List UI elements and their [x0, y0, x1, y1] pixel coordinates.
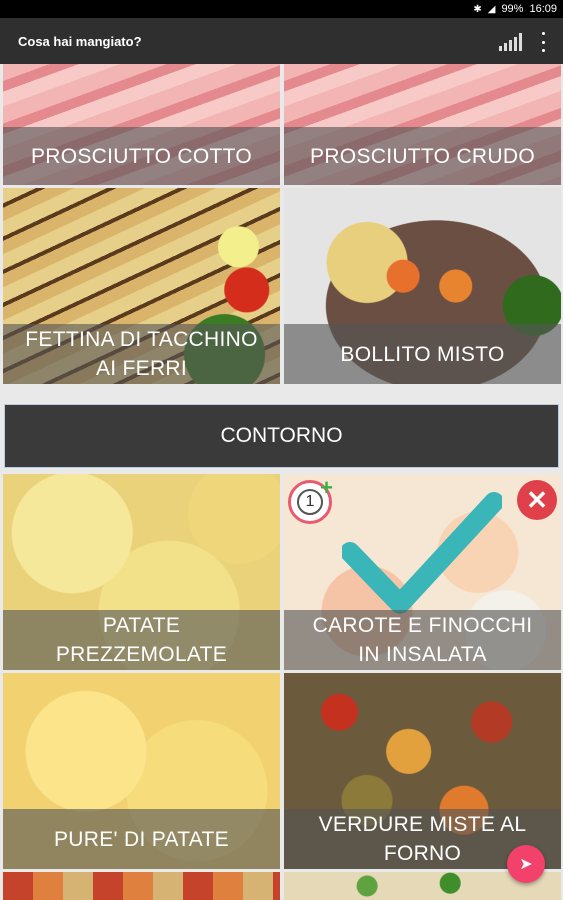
tile-label: PURE' DI PATATE: [3, 809, 280, 869]
status-bar: ✱ ◢ 99% 16:09: [0, 0, 563, 18]
food-tile-prosciutto-crudo[interactable]: PROSCIUTTO CRUDO: [284, 64, 561, 185]
checkmark-icon: [342, 492, 502, 614]
send-icon: ➤: [519, 856, 533, 873]
bluetooth-icon: ✱: [473, 3, 482, 15]
battery-level: 99%: [501, 3, 524, 15]
food-tile-pure-di-patate[interactable]: PURE' DI PATATE: [3, 673, 280, 869]
app-screen: ✱ ◢ 99% 16:09 Cosa hai mangiato? PROSCIU…: [0, 0, 563, 900]
chart-icon[interactable]: [499, 33, 523, 51]
food-tile[interactable]: [3, 872, 280, 900]
tile-label: PROSCIUTTO CRUDO: [284, 127, 561, 185]
section-title: CONTORNO: [220, 424, 343, 447]
food-tile-bollito-misto[interactable]: BOLLITO MISTO: [284, 188, 561, 384]
tile-label: CAROTE E FINOCCHI IN INSALATA: [284, 610, 561, 670]
clock: 16:09: [529, 3, 557, 15]
app-title: Cosa hai mangiato?: [18, 33, 142, 49]
signal-icon: ◢: [487, 3, 496, 15]
quantity-count: 1: [297, 489, 323, 515]
food-tile-carote-e-finocchi[interactable]: CAROTE E FINOCCHI IN INSALATA 1 + ✕: [284, 474, 561, 670]
food-tile-fettina-di-tacchino[interactable]: FETTINA DI TACCHINO AI FERRI: [3, 188, 280, 384]
tile-label: PATATE PREZZEMOLATE: [3, 610, 280, 670]
tile-label: FETTINA DI TACCHINO AI FERRI: [3, 324, 280, 384]
food-tile-patate-prezzemolate[interactable]: PATATE PREZZEMOLATE: [3, 474, 280, 670]
remove-icon[interactable]: ✕: [517, 480, 557, 520]
more-vert-icon[interactable]: [539, 32, 547, 52]
send-button[interactable]: ➤: [507, 845, 545, 883]
plus-icon: +: [320, 475, 333, 500]
quantity-badge[interactable]: 1 +: [288, 475, 333, 524]
food-tile-verdure-miste-al-forno[interactable]: VERDURE MISTE AL FORNO: [284, 673, 561, 869]
app-bar: Cosa hai mangiato?: [0, 18, 563, 64]
section-header-contorno: CONTORNO: [4, 404, 559, 468]
tile-label: BOLLITO MISTO: [284, 324, 561, 384]
food-tile-prosciutto-cotto[interactable]: PROSCIUTTO COTTO: [3, 64, 280, 185]
tile-label: PROSCIUTTO COTTO: [3, 127, 280, 185]
